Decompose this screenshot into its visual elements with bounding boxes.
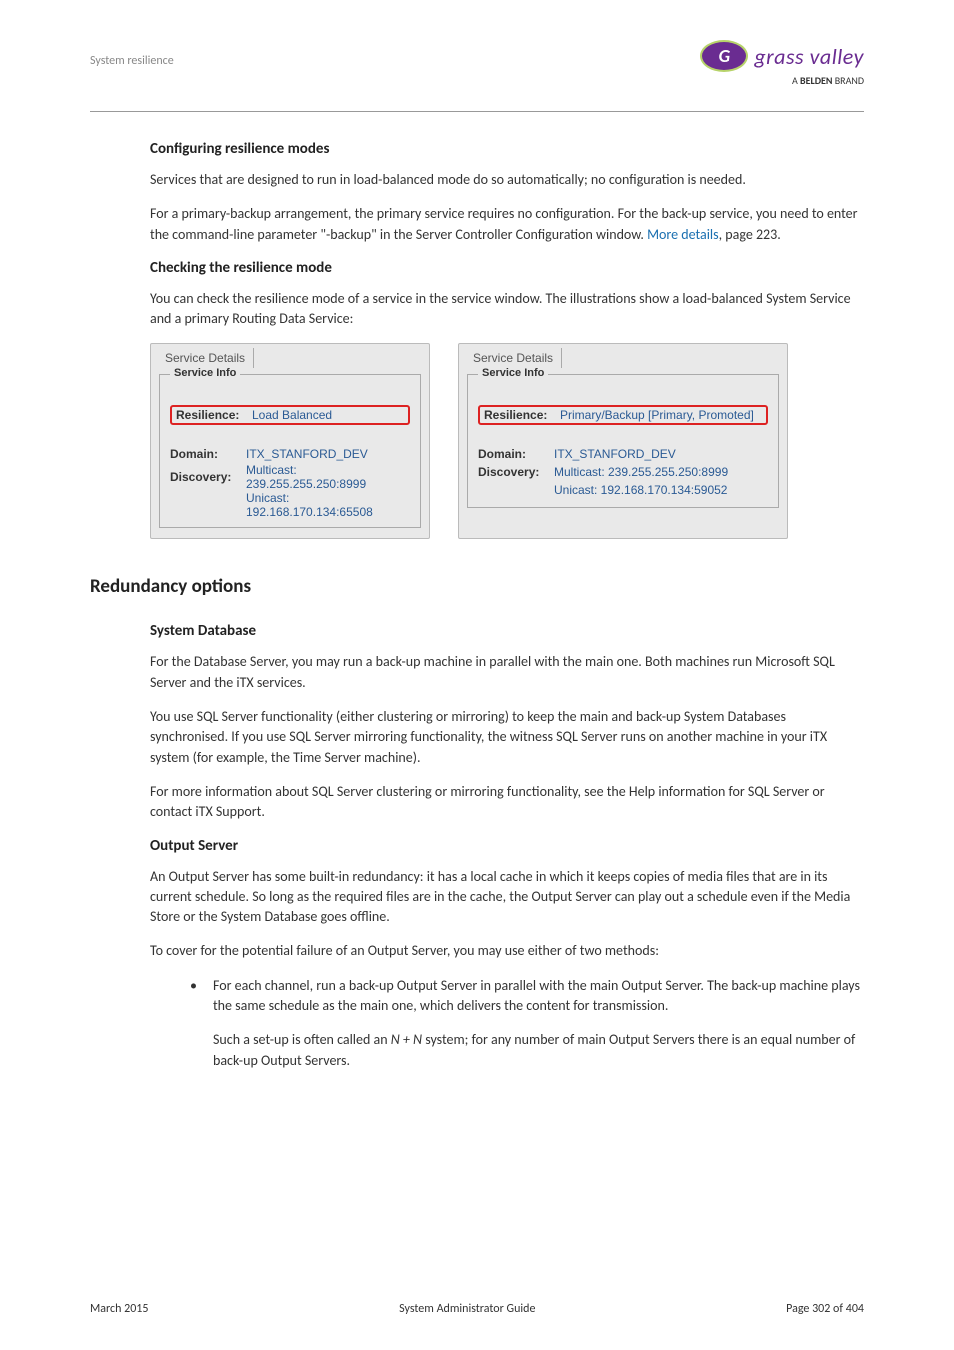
emphasis-nn: N + N (391, 1031, 422, 1048)
header-section-label: System resilience (90, 40, 174, 68)
tagline-post: BRAND (832, 74, 864, 87)
paragraph: You can check the resilience mode of a s… (150, 289, 864, 330)
service-panels-row: Service Details Service Info Name: Syste… (150, 343, 864, 539)
resilience-highlight: Resilience: Primary/Backup [Primary, Pro… (478, 405, 768, 425)
row-label: Domain: (170, 447, 246, 461)
row-value: Multicast: 239.255.255.250:8999 (246, 463, 410, 491)
heading-checking: Checking the resilience mode (150, 259, 864, 277)
service-panel-primary-backup: Service Details Service Info Name: Routi… (458, 343, 788, 539)
paragraph: You use SQL Server functionality (either… (150, 707, 864, 768)
row-value: Load Balanced (252, 408, 332, 422)
group-label: Service Info (478, 367, 548, 379)
row-value: Unicast: 192.168.170.134:59052 (554, 483, 727, 497)
header-rule (90, 111, 864, 112)
text: Such a set-up is often called an (213, 1031, 391, 1048)
heading-redundancy: Redundancy options (90, 575, 864, 598)
page-header: System resilience G grass valley A BELDE… (90, 40, 864, 87)
service-panel-load-balanced: Service Details Service Info Name: Syste… (150, 343, 430, 539)
gv-letter: G (719, 45, 730, 67)
more-details-link[interactable]: More details (647, 226, 719, 243)
brand-tagline: A BELDEN BRAND (792, 74, 864, 87)
service-info-group: Service Info Name: Routing Data Service … (467, 374, 779, 508)
bullet-item: • For each channel, run a back-up Output… (190, 976, 864, 1085)
row-label: Discovery: (478, 465, 554, 479)
footer-title: System Administrator Guide (399, 1302, 535, 1316)
row-value: Multicast: 239.255.255.250:8999 (554, 465, 728, 479)
panel-tab[interactable]: Service Details (465, 348, 562, 368)
row-value: ITX_STANFORD_DEV (554, 447, 676, 461)
row-label: Discovery: (170, 470, 246, 484)
paragraph: To cover for the potential failure of an… (150, 941, 864, 961)
heading-output-server: Output Server (150, 837, 864, 855)
text: , page 223. (719, 226, 781, 243)
paragraph: For the Database Server, you may run a b… (150, 652, 864, 693)
footer-page: Page 302 of 404 (786, 1302, 864, 1316)
resilience-highlight: Resilience: Load Balanced (170, 405, 410, 425)
paragraph: For each channel, run a back-up Output S… (213, 976, 864, 1017)
paragraph: Such a set-up is often called an N + N s… (213, 1030, 864, 1071)
footer-date: March 2015 (90, 1302, 148, 1316)
tagline-pre: A (792, 74, 800, 87)
row-value: ITX_STANFORD_DEV (246, 447, 368, 461)
service-info-group: Service Info Name: System Service Resili… (159, 374, 421, 528)
brand-text: grass valley (754, 43, 864, 70)
row-label: Resilience: (176, 408, 252, 422)
panel-tab[interactable]: Service Details (157, 348, 254, 368)
row-label: Domain: (478, 447, 554, 461)
group-label: Service Info (170, 367, 240, 379)
paragraph: Services that are designed to run in loa… (150, 170, 864, 190)
row-value: Unicast: 192.168.170.134:65508 (246, 491, 410, 519)
row-value: Primary/Backup [Primary, Promoted] (560, 408, 754, 422)
paragraph: An Output Server has some built-in redun… (150, 867, 864, 928)
tagline-brand: BELDEN (800, 74, 832, 87)
brand-logo: G grass valley A BELDEN BRAND (700, 40, 864, 87)
paragraph: For more information about SQL Server cl… (150, 782, 864, 823)
heading-configuring: Configuring resilience modes (150, 140, 864, 158)
paragraph: For a primary-backup arrangement, the pr… (150, 204, 864, 245)
row-label: Resilience: (484, 408, 560, 422)
page-footer: March 2015 System Administrator Guide Pa… (90, 1302, 864, 1316)
heading-system-database: System Database (150, 622, 864, 640)
gv-oval-icon: G (700, 40, 748, 72)
bullet-dot-icon: • (190, 976, 197, 1085)
